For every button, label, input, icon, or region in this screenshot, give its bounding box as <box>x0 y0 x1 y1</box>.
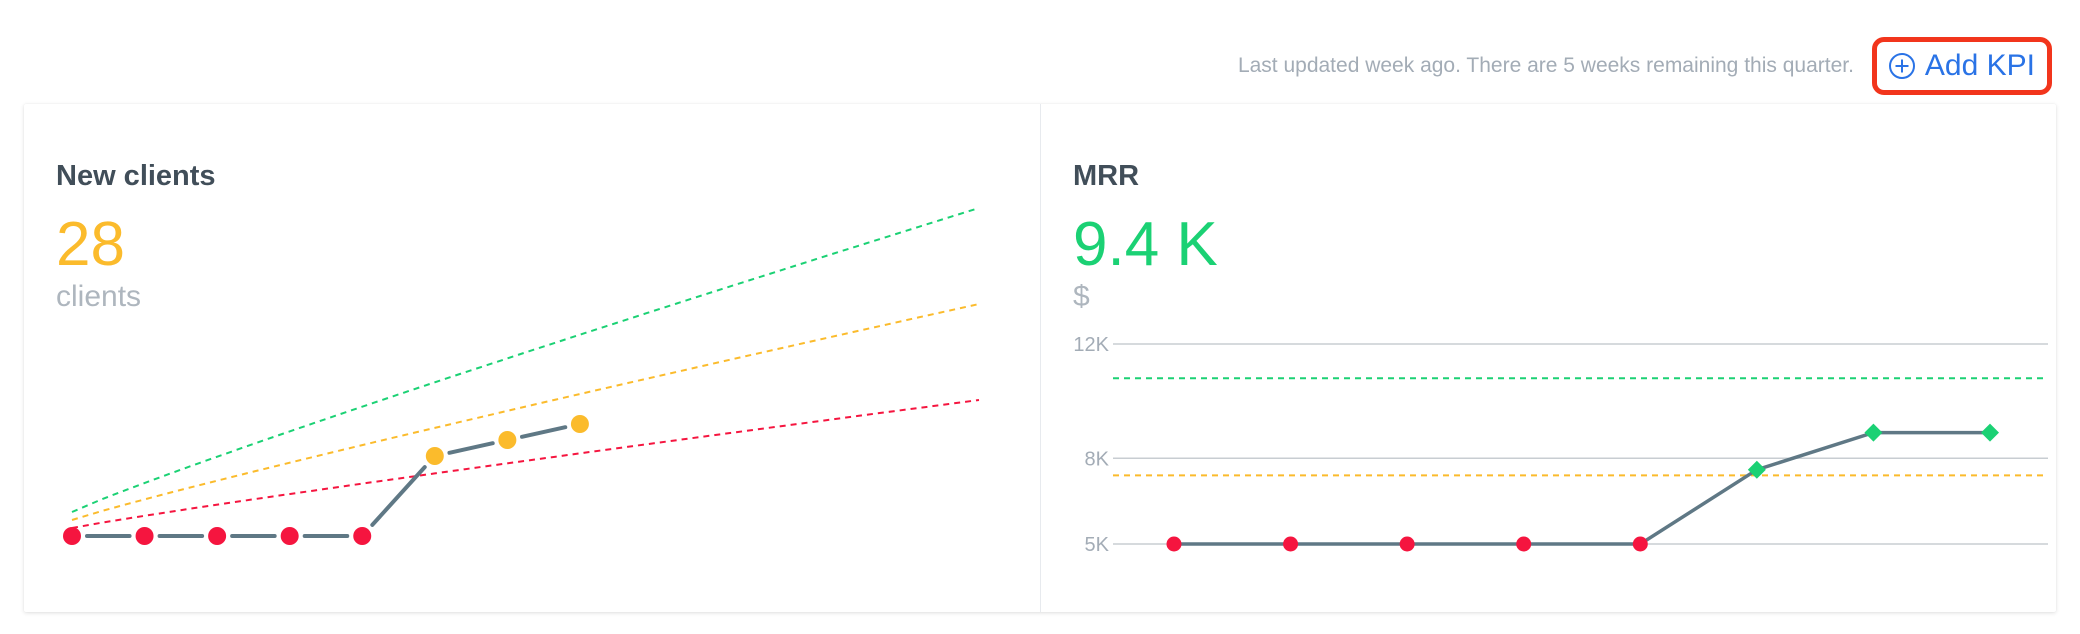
kpi-toolbar: Last updated week ago. There are 5 weeks… <box>1237 37 2052 95</box>
target-line-yellow <box>71 303 980 521</box>
last-updated-text: Last updated week ago. There are 5 weeks… <box>1237 54 1854 77</box>
series-segment <box>520 425 568 439</box>
data-point[interactable] <box>570 415 589 433</box>
series-segment <box>370 465 427 527</box>
data-point[interactable] <box>498 431 517 449</box>
kpi-panel-mrr[interactable]: MRR 9.4 K $ 12K 8K 5K <box>1041 104 2056 612</box>
series-line <box>1174 430 1990 546</box>
y-tick-label: 8K <box>1085 448 1110 470</box>
data-point[interactable] <box>63 527 81 545</box>
add-kpi-label: Add KPI <box>1924 49 2035 82</box>
plus-circle-icon <box>1888 53 1915 79</box>
data-point[interactable] <box>1516 536 1532 552</box>
data-point[interactable] <box>1981 423 1999 442</box>
kpi-card: New clients 28 clients MRR 9.4 K $ 12K 8K… <box>24 104 2056 612</box>
data-point[interactable] <box>1283 536 1299 552</box>
data-point[interactable] <box>1864 423 1883 442</box>
mrr-chart: 12K 8K 5K <box>1073 334 2048 556</box>
y-tick-label: 12K <box>1073 334 1109 356</box>
kpi-dashboard: Last updated week ago. There are 5 weeks… <box>0 0 2080 634</box>
data-point[interactable] <box>1166 536 1182 552</box>
data-point[interactable] <box>280 527 299 545</box>
new-clients-chart <box>63 207 980 545</box>
target-line-red <box>71 399 980 529</box>
data-point[interactable] <box>1399 536 1415 552</box>
data-point[interactable] <box>425 447 444 465</box>
target-line-green <box>71 207 980 513</box>
y-tick-label: 5K <box>1085 534 1110 556</box>
kpi-panel-new-clients[interactable]: New clients 28 clients <box>24 104 1040 612</box>
data-point[interactable] <box>135 527 154 545</box>
data-point[interactable] <box>353 527 372 545</box>
series-segment <box>447 441 495 455</box>
add-kpi-button[interactable]: Add KPI <box>1871 37 2052 95</box>
data-point[interactable] <box>1632 536 1648 552</box>
data-point[interactable] <box>208 527 227 545</box>
